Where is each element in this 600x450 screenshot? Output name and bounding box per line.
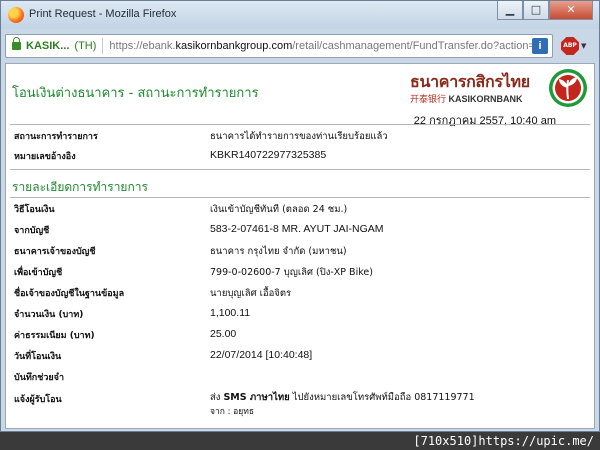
sms-prefix: ส่ง — [210, 392, 224, 403]
row-label: ธนาคารเจ้าของบัญชี — [14, 247, 96, 257]
row-label: ชื่อเจ้าของบัญชีในฐานข้อมูล — [14, 289, 125, 299]
detail-row-from-account: จากบัญชี 583-2-07461-8 MR. AYUT JAI-NGAM — [12, 220, 588, 238]
minimize-button[interactable]: ▁ — [497, 1, 523, 20]
sms-notify-text: ส่ง SMS ภาษาไทย ไปยังหมายเลขโทรศัพท์มือถ… — [210, 390, 475, 405]
detail-row-amount: จำนวนเงิน (บาท) 1,100.11 — [12, 304, 588, 322]
row-value: 22/07/2014 [10:40:48] — [210, 349, 313, 361]
row-label: หมายเลขอ้างอิง — [14, 152, 76, 162]
url-text[interactable]: https://ebank.kasikornbankgroup.com/reta… — [109, 40, 532, 52]
row-label: ค่าธรรมเนียม (บาท) — [14, 331, 95, 341]
row-label: วันที่โอนเงิน — [14, 352, 62, 362]
detail-row-date: วันที่โอนเงิน 22/07/2014 [10:40:48] — [12, 346, 588, 364]
kasikornbank-logo-icon — [549, 69, 587, 107]
window-controls: ▁ □ ✕ — [497, 1, 593, 21]
row-value: KBKR140722977325385 — [210, 149, 327, 161]
maximize-button[interactable]: □ — [523, 1, 549, 20]
details-heading: รายละเอียดการทำรายการ — [12, 180, 148, 194]
row-value: 799-0-02600-7 บุญเลิศ (ปิง-XP Bike) — [210, 267, 373, 278]
divider — [10, 124, 590, 125]
sms-target: ไปยังหมายเลขโทรศัพท์มือถือ 0817119771 — [289, 392, 475, 403]
row-label: จากบัญชี — [14, 226, 50, 236]
firefox-icon — [8, 7, 24, 23]
row-value: ธนาคารได้ทำรายการของท่านเรียบร้อยแล้ว — [210, 131, 388, 142]
sms-language: SMS ภาษาไทย — [223, 392, 290, 403]
row-value: 25.00 — [210, 328, 237, 340]
lock-icon[interactable] — [12, 37, 21, 50]
detail-row-method: วิธีโอนเงิน เงินเข้าบัญชีทันที (ตลอด 24 … — [12, 199, 588, 217]
window-title: Print Request - Mozilla Firefox — [29, 8, 177, 20]
url-host: kasikornbankgroup.com — [175, 40, 293, 52]
url-bar[interactable]: KASIK... (TH) https://ebank.kasikornbank… — [5, 34, 553, 58]
url-path: /retail/cashmanagement/FundTransfer.do?a… — [292, 40, 532, 52]
detail-row-account-owner: ชื่อเจ้าของบัญชีในฐานข้อมูล นายบุญเลิศ เ… — [12, 283, 588, 301]
row-label: สถานะการทำรายการ — [14, 132, 98, 142]
row-label: วิธีโอนเงิน — [14, 205, 55, 215]
detail-row-to-account: เพื่อเข้าบัญชี 799-0-02600-7 บุญเลิศ (ปิ… — [12, 262, 588, 280]
detail-row-fee: ค่าธรรมเนียม (บาท) 25.00 — [12, 325, 588, 343]
row-value: 1,100.11 — [210, 307, 251, 319]
navigation-row: KASIK... (TH) https://ebank.kasikornbank… — [5, 33, 595, 59]
row-value: นายบุญเลิศ เอื้อจิตร — [210, 288, 292, 299]
sms-from: จาก : อยุทธ — [210, 407, 255, 417]
site-identity-country[interactable]: (TH) — [74, 40, 96, 52]
row-value: 583-2-07461-8 MR. AYUT JAI-NGAM — [210, 223, 384, 235]
summary-row-status: สถานะการทำรายการ ธนาคารได้ทำรายการของท่า… — [12, 126, 588, 144]
adblock-dropdown-icon[interactable]: ▼ — [581, 42, 586, 50]
page-title: โอนเงินต่างธนาคาร - สถานะการทำรายการ — [12, 86, 259, 101]
bank-logo-name: KASIKORNBANK — [448, 94, 523, 104]
divider — [10, 197, 590, 198]
site-identity-label[interactable]: KASIK... — [26, 40, 69, 52]
row-value: เงินเข้าบัญชีทันที (ตลอด 24 ชม.) — [210, 204, 348, 215]
row-value: ธนาคาร กรุงไทย จำกัด (มหาชน) — [210, 246, 347, 257]
page-content: โอนเงินต่างธนาคาร - สถานะการทำรายการ ธนา… — [5, 63, 595, 429]
summary-row-reference: หมายเลขอ้างอิง KBKR140722977325385 — [12, 146, 588, 164]
bank-logo-cjk-text: 开泰银行 — [410, 94, 447, 104]
row-label: จำนวนเงิน (บาท) — [14, 310, 84, 320]
image-watermark: [710x510]https://upic.me/ — [413, 434, 594, 448]
detail-row-bank: ธนาคารเจ้าของบัญชี ธนาคาร กรุงไทย จำกัด … — [12, 241, 588, 259]
url-separator — [102, 38, 104, 54]
title-bar[interactable]: Print Request - Mozilla Firefox ▁ □ ✕ — [1, 1, 599, 29]
bank-logo-english-text: 开泰银行 KASIKORNBANK — [410, 92, 523, 105]
row-label: เพื่อเข้าบัญชี — [14, 268, 63, 278]
browser-window: Print Request - Mozilla Firefox ▁ □ ✕ KA… — [0, 0, 600, 432]
url-prefix: https://ebank. — [109, 40, 176, 52]
row-label: บันทึกช่วยจำ — [14, 373, 65, 383]
info-icon[interactable]: i — [532, 38, 548, 54]
adblock-icon[interactable]: ABP — [561, 37, 579, 55]
row-label: แจ้งผู้รับโอน — [14, 395, 62, 405]
detail-row-notify: แจ้งผู้รับโอน ส่ง SMS ภาษาไทย ไปยังหมายเ… — [12, 386, 588, 422]
divider — [10, 169, 590, 170]
detail-row-memo: บันทึกช่วยจำ — [12, 367, 588, 385]
close-button[interactable]: ✕ — [549, 1, 593, 20]
